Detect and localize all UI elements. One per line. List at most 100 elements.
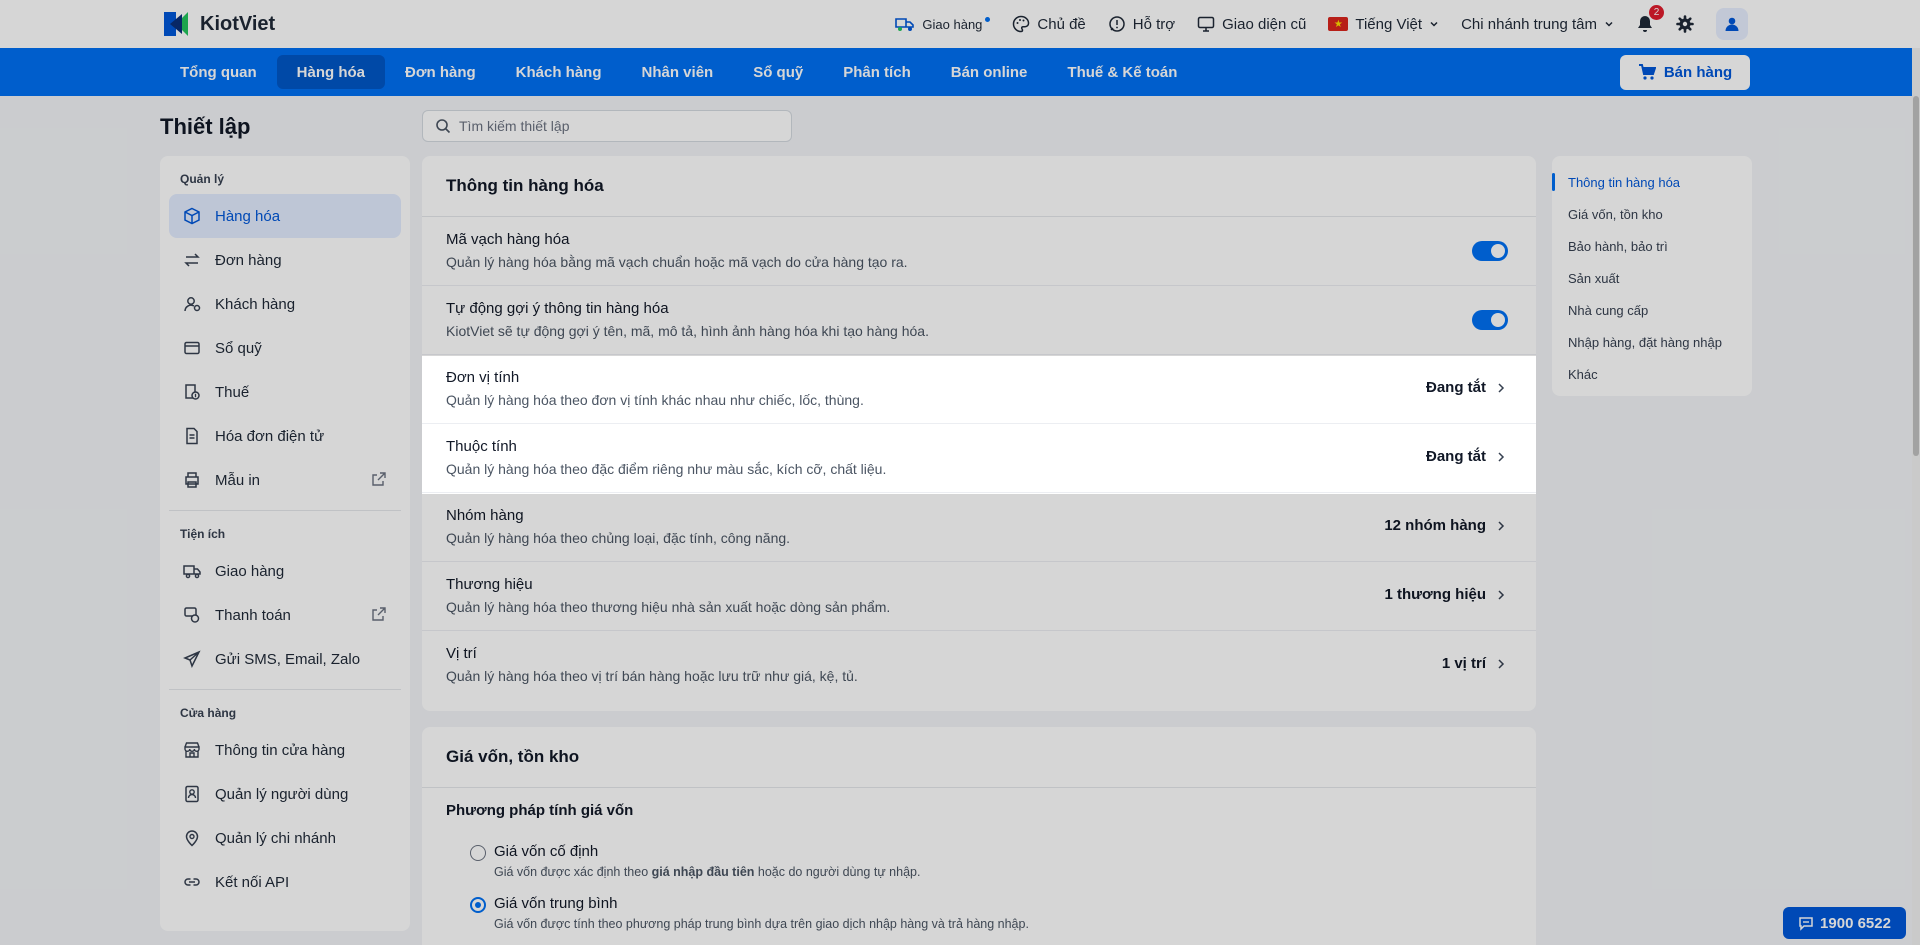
setting-title: Đơn vị tính: [446, 369, 520, 386]
sidebar-item-tax[interactable]: Thuế: [169, 370, 401, 414]
invoice-icon: [186, 427, 198, 445]
branch-selector[interactable]: Chi nhánh trung tâm: [1461, 16, 1614, 33]
page-scrollbar-thumb[interactable]: [1913, 96, 1919, 456]
sidebar-section-store: Cửa hàng Thông tin cửa hàng Quản lý ngườ…: [160, 690, 410, 904]
setting-value-text: Đang tắt: [1426, 379, 1486, 396]
setting-value: 1 vị trí: [1442, 655, 1506, 672]
language-label: Tiếng Việt: [1355, 15, 1423, 33]
nav-tab-products[interactable]: Hàng hóa: [276, 55, 385, 89]
notifications-button[interactable]: 2: [1636, 5, 1664, 34]
sidebar-item-api[interactable]: Kết nối API: [169, 860, 401, 904]
external-link-icon: [372, 607, 386, 621]
user-avatar-icon: [1725, 17, 1739, 31]
setting-value-text: 1 thương hiệu: [1384, 586, 1486, 603]
nav-tab-cashbook[interactable]: Sổ quỹ: [733, 55, 823, 89]
theme-link[interactable]: Chủ đề: [1012, 15, 1086, 33]
chevron-down-icon: [1605, 21, 1613, 27]
sidebar-item-label: Thông tin cửa hàng: [215, 741, 346, 759]
sidebar-item-customers[interactable]: Khách hàng: [169, 282, 401, 326]
radio-fixed-cost[interactable]: [470, 845, 486, 861]
cost-inventory-title: Giá vốn, tồn kho: [422, 727, 1536, 788]
user-badge-icon: [185, 785, 199, 803]
nav-tab-online-sales[interactable]: Bán online: [931, 55, 1048, 89]
sidebar-item-print-templates[interactable]: Mẫu in: [169, 458, 401, 502]
sidebar-item-store-info[interactable]: Thông tin cửa hàng: [169, 728, 401, 772]
toc-item-production[interactable]: Sản xuất: [1552, 262, 1752, 294]
printer-icon: [185, 472, 199, 488]
top-actions: Giao hàng Chủ đề Hỗ trợ Giao diện cũ ★ T…: [895, 0, 1748, 48]
setting-row-unit[interactable]: Đơn vị tính Quản lý hàng hóa theo đơn vị…: [422, 355, 1536, 424]
setting-desc: Quản lý hàng hóa theo đơn vị tính khác n…: [446, 392, 864, 408]
toc-item-supplier[interactable]: Nhà cung cấp: [1552, 294, 1752, 326]
link-icon: [184, 878, 200, 886]
toc-item-purchase[interactable]: Nhập hàng, đặt hàng nhập: [1552, 326, 1752, 358]
user-avatar-button[interactable]: [1716, 8, 1748, 40]
barcode-toggle[interactable]: [1472, 241, 1508, 261]
setting-value-text: Đang tắt: [1426, 448, 1486, 465]
nav-tab-overview[interactable]: Tổng quan: [160, 55, 277, 89]
sidebar-item-e-invoice[interactable]: Hóa đơn điện tử: [169, 414, 401, 458]
nav-tab-orders[interactable]: Đơn hàng: [385, 55, 496, 89]
setting-row-groups[interactable]: Nhóm hàng Quản lý hàng hóa theo chủng lo…: [422, 493, 1536, 562]
radio-label: Giá vốn trung bình: [494, 895, 618, 912]
setting-row-attributes[interactable]: Thuộc tính Quản lý hàng hóa theo đặc điể…: [422, 424, 1536, 493]
chevron-right-icon: [1498, 451, 1505, 462]
sidebar-item-label: Quản lý người dùng: [215, 785, 349, 803]
external-link-icon: [372, 472, 386, 486]
theme-label: Chủ đề: [1037, 15, 1086, 33]
language-selector[interactable]: ★ Tiếng Việt: [1328, 16, 1439, 33]
nav-tab-analytics[interactable]: Phân tích: [823, 55, 931, 89]
sidebar-item-label: Hóa đơn điện tử: [215, 427, 325, 445]
toc-item-product-info[interactable]: Thông tin hàng hóa: [1552, 166, 1752, 198]
setting-row-brands[interactable]: Thương hiệu Quản lý hàng hóa theo thương…: [422, 562, 1536, 631]
box-icon: [184, 207, 200, 225]
setting-value-text: 12 nhóm hàng: [1384, 517, 1486, 534]
cost-option-average[interactable]: Giá vốn trung bình Giá vốn được tính the…: [422, 895, 1536, 931]
hotline-button[interactable]: 1900 6522: [1783, 907, 1906, 939]
sidebar-item-payment[interactable]: Thanh toán: [169, 593, 401, 637]
settings-search-input[interactable]: [459, 118, 779, 134]
delivery-truck-icon: [895, 18, 915, 31]
cost-option-fixed[interactable]: Giá vốn cố định Giá vốn được xác định th…: [422, 843, 1536, 879]
sidebar-section-utilities: Tiện ích Giao hàng Thanh toán Gửi SMS, E…: [160, 511, 410, 690]
nav-tab-customers[interactable]: Khách hàng: [496, 55, 622, 89]
sidebar-item-label: Gửi SMS, Email, Zalo: [215, 650, 361, 668]
location-pin-icon: [185, 830, 199, 847]
sidebar-heading: Cửa hàng: [180, 706, 237, 720]
palette-icon: [1013, 15, 1030, 33]
nav-tab-tax-accounting[interactable]: Thuế & Kế toán: [1047, 55, 1197, 89]
settings-sidebar: Quản lý Hàng hóa Đơn hàng Khách hàng Sổ …: [160, 156, 410, 931]
sidebar-heading: Tiện ích: [180, 527, 226, 541]
sidebar-item-messaging[interactable]: Gửi SMS, Email, Zalo: [169, 637, 401, 681]
sidebar-item-delivery[interactable]: Giao hàng: [169, 549, 401, 593]
chevron-right-icon: [1498, 520, 1505, 531]
support-link[interactable]: Hỗ trợ: [1108, 15, 1175, 33]
sidebar-item-label: Thanh toán: [215, 606, 291, 624]
auto-suggest-toggle[interactable]: [1472, 310, 1508, 330]
sidebar-item-orders[interactable]: Đơn hàng: [169, 238, 401, 282]
settings-search[interactable]: [422, 110, 792, 142]
setting-value: 12 nhóm hàng: [1384, 517, 1506, 534]
settings-button[interactable]: [1676, 15, 1694, 33]
nav-tab-staff[interactable]: Nhân viên: [622, 55, 734, 89]
radio-average-cost[interactable]: [470, 897, 486, 913]
toc-item-cost-inventory[interactable]: Giá vốn, tồn kho: [1552, 198, 1752, 230]
sidebar-item-products[interactable]: Hàng hóa: [169, 194, 401, 238]
kiotviet-logo-icon: [164, 12, 188, 36]
old-ui-link[interactable]: Giao diện cũ: [1197, 15, 1306, 33]
delivery-link[interactable]: Giao hàng: [895, 15, 991, 33]
sidebar-item-user-management[interactable]: Quản lý người dùng: [169, 772, 401, 816]
setting-desc: Quản lý hàng hóa theo vị trí bán hàng ho…: [446, 668, 858, 684]
sidebar-item-branch-management[interactable]: Quản lý chi nhánh: [169, 816, 401, 860]
toc-item-other[interactable]: Khác: [1552, 358, 1752, 390]
sidebar-item-cashbook[interactable]: Sổ quỹ: [169, 326, 401, 370]
toc-item-warranty[interactable]: Bảo hành, bảo trì: [1552, 230, 1752, 262]
setting-title: Thuộc tính: [446, 438, 517, 455]
user-icon: [184, 297, 201, 312]
notification-badge: 2: [1649, 5, 1664, 20]
sidebar-item-label: Kết nối API: [215, 873, 290, 891]
setting-row-locations[interactable]: Vị trí Quản lý hàng hóa theo vị trí bán …: [422, 631, 1536, 700]
monitor-icon: [1197, 16, 1215, 32]
sell-button[interactable]: Bán hàng: [1620, 55, 1750, 90]
brand-logo[interactable]: KiotViet: [160, 8, 275, 40]
